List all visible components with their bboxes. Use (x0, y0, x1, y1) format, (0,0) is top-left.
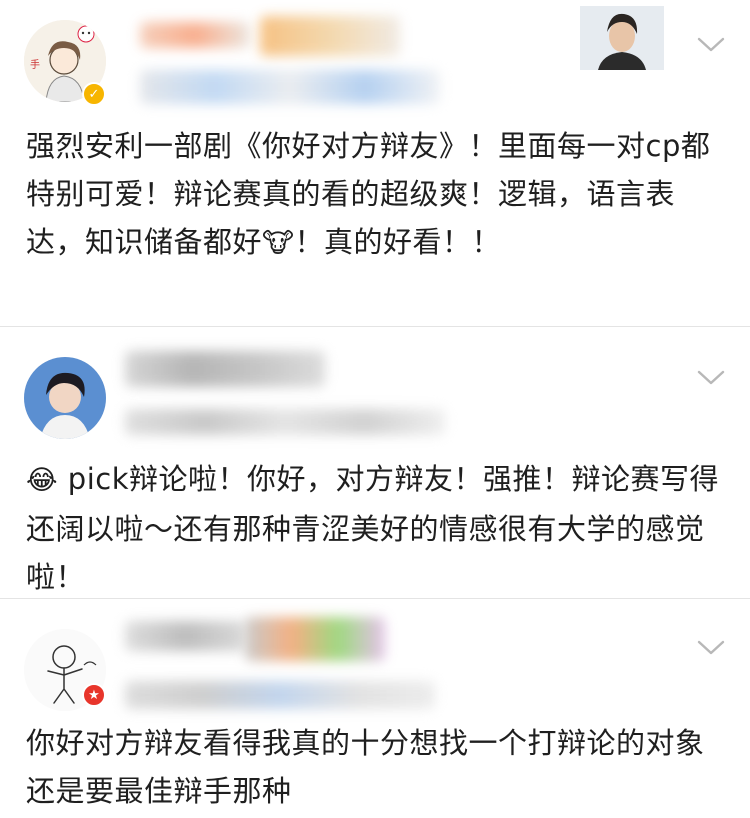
chevron-down-icon[interactable] (696, 637, 726, 657)
avatar-photo-icon (24, 357, 106, 439)
verified-icon: ✓ (82, 82, 106, 106)
redacted-meta (125, 681, 435, 709)
redacted-username (125, 621, 245, 651)
redacted-username (260, 16, 400, 56)
laughing-emoji: 😂 (26, 465, 59, 496)
cow-emoji: 🐮 (262, 228, 295, 259)
svg-text:手: 手 (30, 58, 40, 71)
post-1: 手 ✓ 强烈安利一部剧《你好对方辩友》！里面每一对cp都特别可爱！辩论赛真的看的… (0, 0, 750, 325)
post-2: 😂 pick辩论啦！你好，对方辩友！强推！辩论赛写得还阔以啦～还有那种青涩美好的… (0, 327, 750, 597)
post-photo[interactable] (580, 6, 664, 70)
avatar[interactable] (24, 357, 106, 439)
redacted-meta (140, 70, 440, 104)
ticket-star-icon: ★ (82, 683, 106, 707)
chevron-down-icon[interactable] (696, 367, 726, 387)
chevron-down-icon[interactable] (696, 34, 726, 54)
post-3: ★ 你好对方辩友看得我真的十分想找一个打辩论的对象 还是要最佳辩手那种 (0, 599, 750, 818)
portrait-photo-icon (580, 6, 664, 70)
post-text: 强烈安利一部剧《你好对方辩友》！里面每一对cp都特别可爱！辩论赛真的看的超级爽！… (26, 129, 711, 259)
redacted-username (245, 617, 385, 661)
redacted-meta (125, 409, 445, 435)
post-text: 😂 pick辩论啦！你好，对方辩友！强推！辩论赛写得还阔以啦～还有那种青涩美好的… (26, 462, 719, 594)
redacted-username (140, 22, 250, 48)
post-text: 你好对方辩友看得我真的十分想找一个打辩论的对象 还是要最佳辩手那种 (26, 726, 705, 808)
redacted-username (125, 351, 325, 387)
